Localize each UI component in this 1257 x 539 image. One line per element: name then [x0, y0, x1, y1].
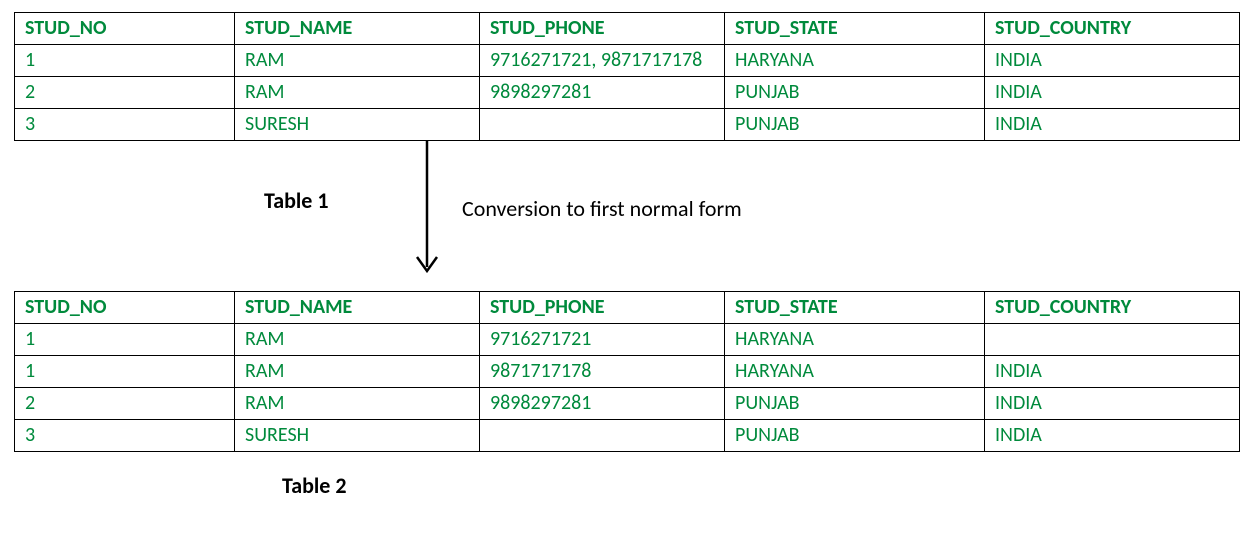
- cell-name: RAM: [235, 388, 480, 420]
- col-header-stud-state: STUD_STATE: [725, 292, 985, 324]
- col-header-stud-country: STUD_COUNTRY: [985, 292, 1240, 324]
- cell-state: PUNJAB: [725, 420, 985, 452]
- col-header-stud-state: STUD_STATE: [725, 13, 985, 45]
- table-1-body: 1RAM9716271721, 9871717178HARYANAINDIA2R…: [15, 45, 1240, 141]
- col-header-stud-no: STUD_NO: [15, 292, 235, 324]
- cell-name: RAM: [235, 77, 480, 109]
- cell-state: HARYANA: [725, 324, 985, 356]
- cell-phone: 9871717178: [480, 356, 725, 388]
- col-header-stud-phone: STUD_PHONE: [480, 13, 725, 45]
- table-2-caption: Table 2: [282, 472, 1243, 499]
- cell-phone: 9716271721, 9871717178: [480, 45, 725, 77]
- cell-name: RAM: [235, 45, 480, 77]
- col-header-stud-country: STUD_COUNTRY: [985, 13, 1240, 45]
- table-header-row: STUD_NO STUD_NAME STUD_PHONE STUD_STATE …: [15, 292, 1240, 324]
- table-row: 1RAM9716271721HARYANA: [15, 324, 1240, 356]
- cell-phone: [480, 109, 725, 141]
- cell-no: 2: [15, 388, 235, 420]
- conversion-panel: Table 1 Conversion to first normal form: [14, 141, 1239, 291]
- cell-country: INDIA: [985, 45, 1240, 77]
- col-header-stud-name: STUD_NAME: [235, 13, 480, 45]
- cell-phone: 9898297281: [480, 388, 725, 420]
- cell-state: HARYANA: [725, 356, 985, 388]
- conversion-label: Conversion to first normal form: [462, 195, 742, 222]
- table-2: STUD_NO STUD_NAME STUD_PHONE STUD_STATE …: [14, 291, 1240, 452]
- cell-no: 3: [15, 420, 235, 452]
- cell-country: INDIA: [985, 356, 1240, 388]
- cell-no: 1: [15, 356, 235, 388]
- cell-country: INDIA: [985, 109, 1240, 141]
- cell-phone: 9716271721: [480, 324, 725, 356]
- cell-state: PUNJAB: [725, 388, 985, 420]
- table-row: 1RAM9871717178HARYANAINDIA: [15, 356, 1240, 388]
- table-1-caption: Table 1: [264, 187, 329, 214]
- table-row: 2RAM9898297281PUNJABINDIA: [15, 388, 1240, 420]
- col-header-stud-no: STUD_NO: [15, 13, 235, 45]
- cell-phone: 9898297281: [480, 77, 725, 109]
- cell-no: 2: [15, 77, 235, 109]
- col-header-stud-name: STUD_NAME: [235, 292, 480, 324]
- table-row: 1RAM9716271721, 9871717178HARYANAINDIA: [15, 45, 1240, 77]
- cell-no: 1: [15, 324, 235, 356]
- table-1: STUD_NO STUD_NAME STUD_PHONE STUD_STATE …: [14, 12, 1240, 141]
- cell-name: RAM: [235, 324, 480, 356]
- table-row: 2RAM9898297281PUNJABINDIA: [15, 77, 1240, 109]
- cell-country: [985, 324, 1240, 356]
- cell-no: 3: [15, 109, 235, 141]
- cell-name: SURESH: [235, 109, 480, 141]
- cell-state: PUNJAB: [725, 77, 985, 109]
- cell-state: PUNJAB: [725, 109, 985, 141]
- down-arrow-icon: [412, 141, 442, 286]
- table-2-body: 1RAM9716271721HARYANA1RAM9871717178HARYA…: [15, 324, 1240, 452]
- cell-name: SURESH: [235, 420, 480, 452]
- table-row: 3SURESH PUNJABINDIA: [15, 109, 1240, 141]
- cell-country: INDIA: [985, 420, 1240, 452]
- cell-phone: [480, 420, 725, 452]
- col-header-stud-phone: STUD_PHONE: [480, 292, 725, 324]
- table-header-row: STUD_NO STUD_NAME STUD_PHONE STUD_STATE …: [15, 13, 1240, 45]
- cell-state: HARYANA: [725, 45, 985, 77]
- table-row: 3SURESH PUNJABINDIA: [15, 420, 1240, 452]
- cell-name: RAM: [235, 356, 480, 388]
- cell-no: 1: [15, 45, 235, 77]
- cell-country: INDIA: [985, 388, 1240, 420]
- cell-country: INDIA: [985, 77, 1240, 109]
